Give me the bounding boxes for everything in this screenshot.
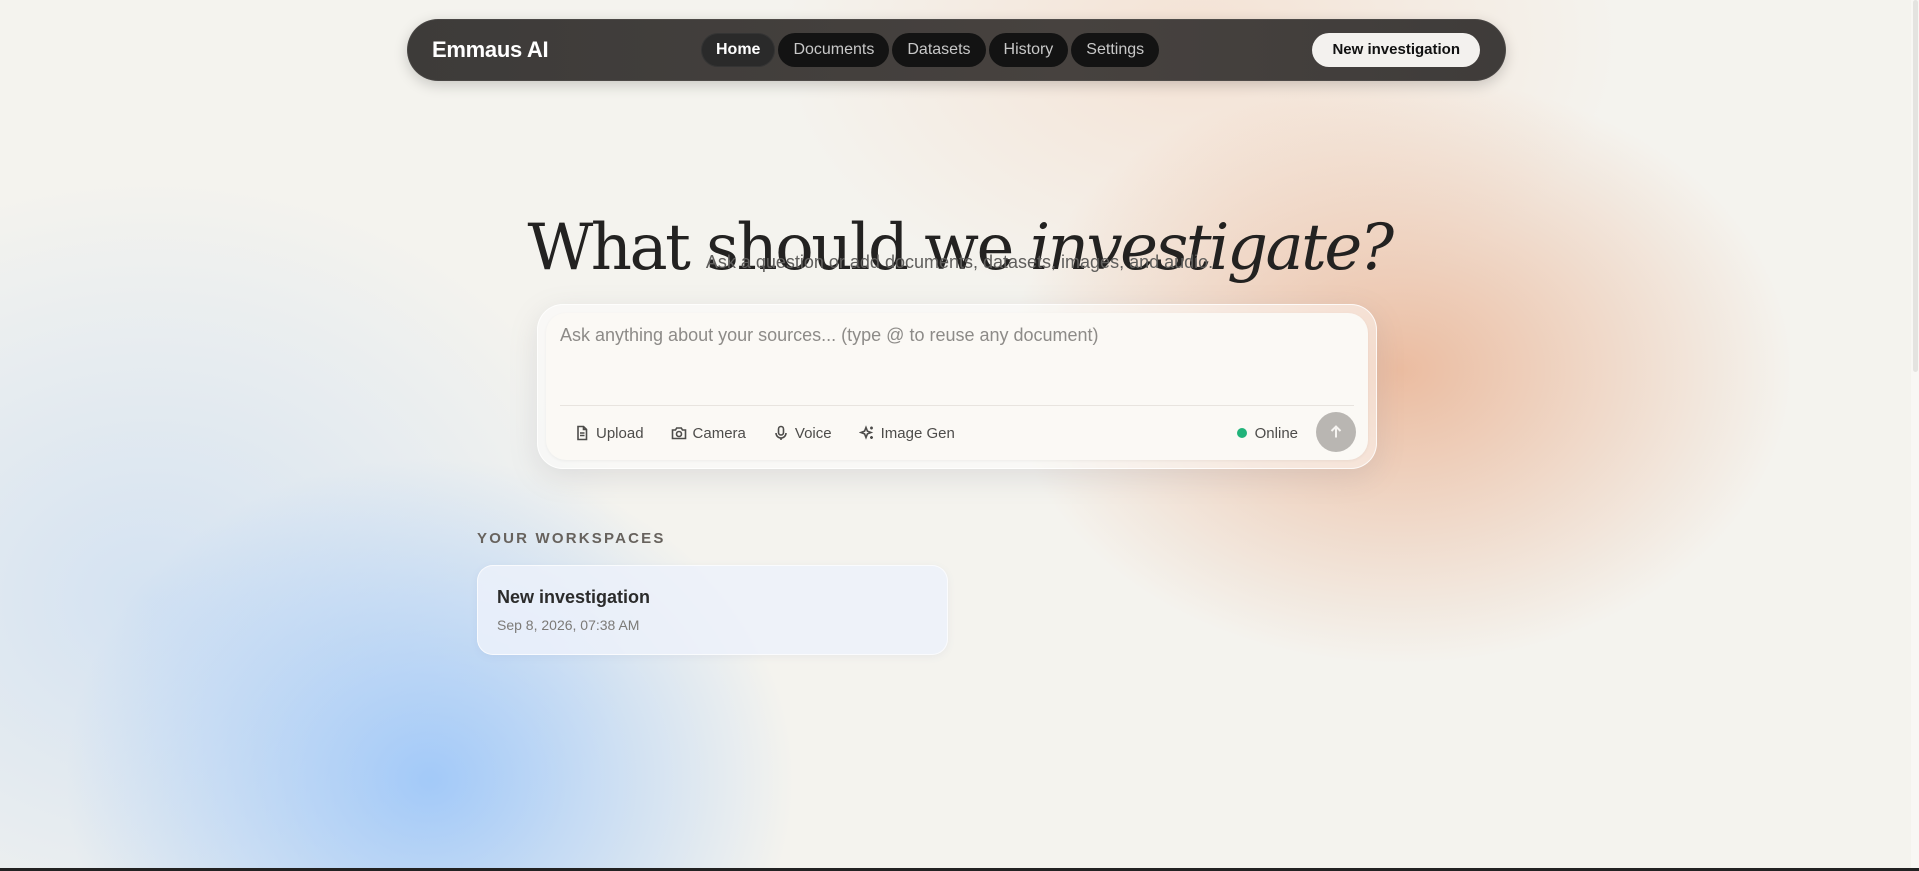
camera-label: Camera	[692, 424, 746, 442]
camera-icon	[671, 425, 687, 441]
nav-tab-history[interactable]: History	[988, 33, 1069, 67]
file-icon	[574, 425, 590, 441]
arrow-up-icon	[1328, 424, 1344, 440]
composer-divider	[560, 405, 1354, 406]
composer-tools: Upload Camera Voice Image Gen	[574, 415, 955, 451]
nav-tab-home[interactable]: Home	[701, 33, 776, 67]
hero-subtitle: Ask a question or add documents, dataset…	[705, 252, 1214, 272]
upload-label: Upload	[596, 424, 644, 442]
sparkles-icon	[858, 425, 875, 441]
status-label: Online	[1254, 424, 1298, 442]
camera-button[interactable]: Camera	[671, 415, 746, 451]
composer-card: Upload Camera Voice Image Gen	[537, 304, 1377, 469]
image-gen-button[interactable]: Image Gen	[858, 415, 955, 451]
workspace-date: Sep 8, 2026, 07:38 AM	[497, 617, 640, 633]
workspace-card[interactable]: New investigation Sep 8, 2026, 07:38 AM	[477, 565, 948, 655]
send-button[interactable]	[1316, 412, 1356, 452]
nav-tab-settings[interactable]: Settings	[1071, 33, 1160, 67]
scrollbar-thumb[interactable]	[1913, 0, 1918, 372]
brand-logo[interactable]: Emmaus AI	[432, 19, 549, 81]
upload-button[interactable]: Upload	[574, 415, 644, 451]
nav-tab-datasets[interactable]: Datasets	[892, 33, 986, 67]
nav-tab-documents[interactable]: Documents	[778, 33, 890, 67]
connection-status: Online	[1236, 415, 1298, 451]
top-navbar: Emmaus AI Home Documents Datasets Histor…	[407, 19, 1506, 81]
question-input[interactable]	[560, 323, 1354, 393]
microphone-icon	[773, 425, 789, 441]
workspaces-heading: YOUR WORKSPACES	[477, 530, 666, 547]
nav-tabs: Home Documents Datasets History Settings	[701, 33, 1160, 67]
hero-title: What should we investigate?	[0, 203, 1919, 293]
workspace-title: New investigation	[497, 587, 651, 607]
voice-button[interactable]: Voice	[773, 415, 832, 451]
new-investigation-button[interactable]: New investigation	[1312, 33, 1480, 67]
composer-panel: Upload Camera Voice Image Gen	[546, 313, 1368, 460]
scrollbar-track[interactable]	[1911, 0, 1919, 868]
voice-label: Voice	[794, 424, 832, 442]
status-dot	[1236, 428, 1247, 438]
image-gen-label: Image Gen	[880, 424, 955, 442]
